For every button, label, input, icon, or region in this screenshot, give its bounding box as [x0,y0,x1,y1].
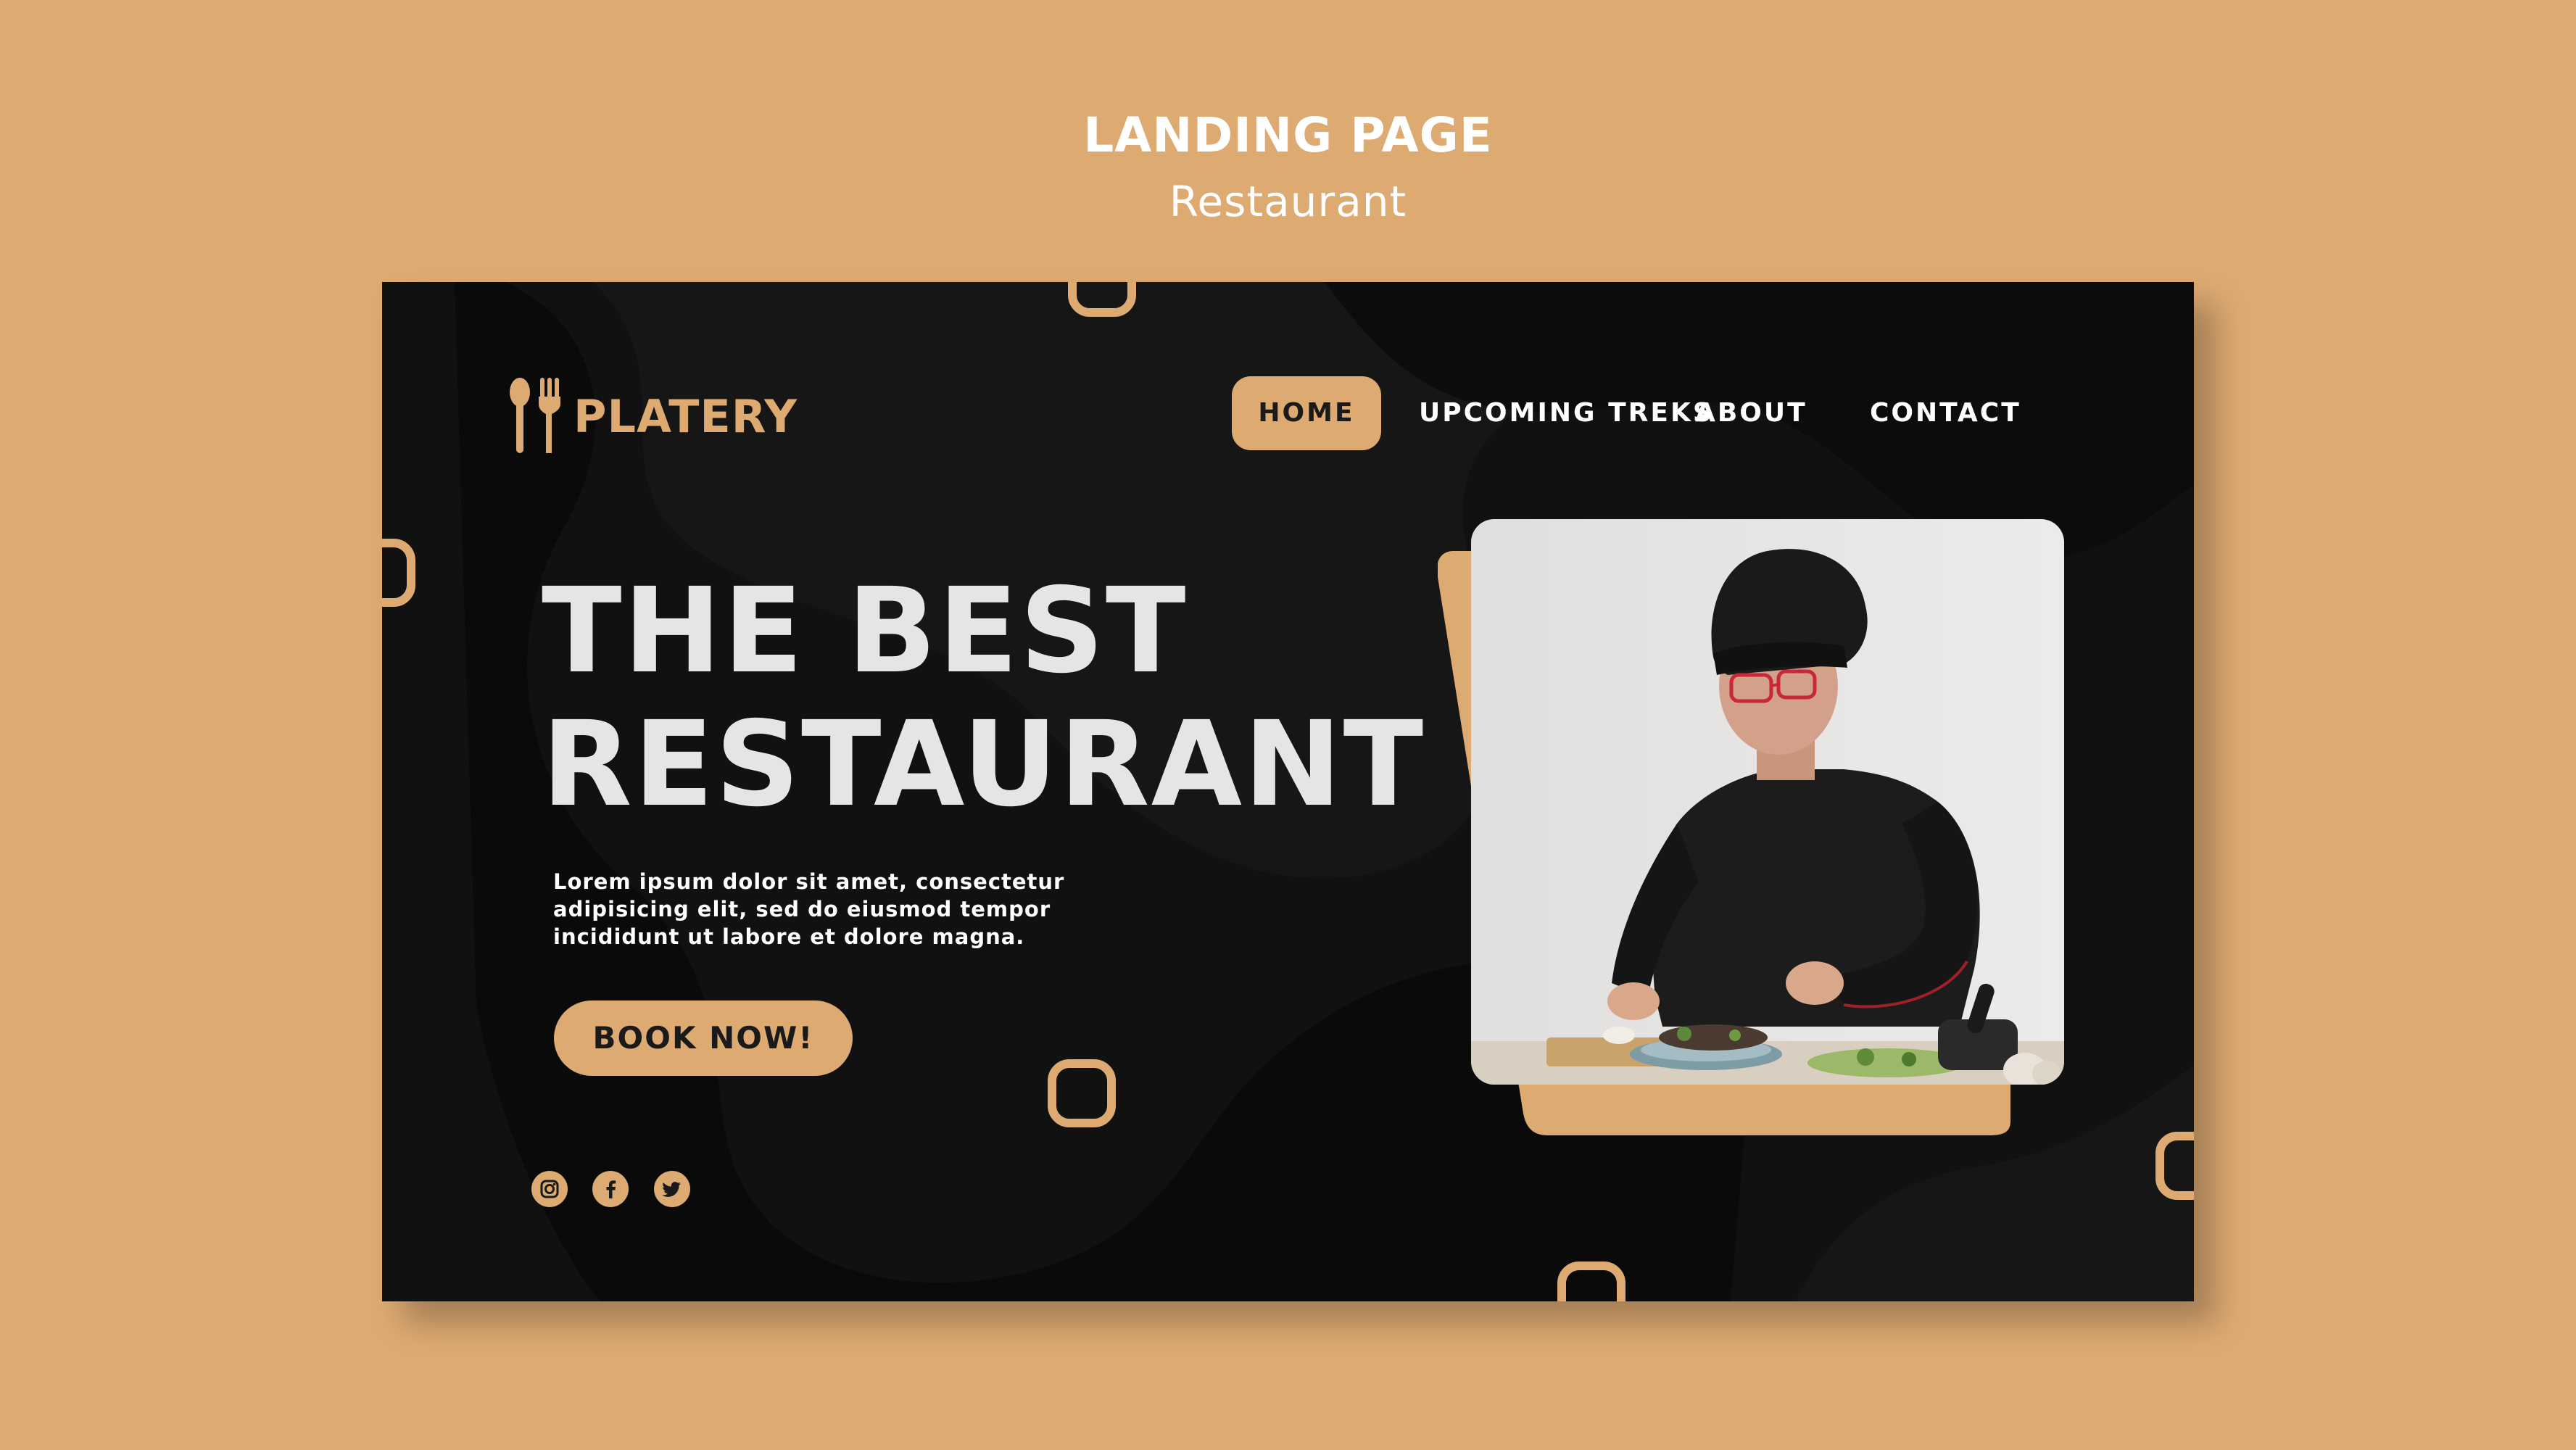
hero-description-line-2: adipisicing elit, sed do eiusmod tempor [553,897,1051,921]
nav-item-about[interactable]: ABOUT [1695,376,1807,450]
deco-ring-left [382,539,415,607]
hero-description: Lorem ipsum dolor sit amet, consectetur … [553,868,1104,950]
nav-item-home[interactable]: HOME [1232,376,1381,450]
instagram-icon[interactable] [531,1171,568,1207]
brand-logo[interactable]: PLATERY [505,376,798,456]
twitter-icon[interactable] [654,1171,690,1207]
page-header-title: LANDING PAGE [1083,107,1493,163]
spoon-fork-icon [510,378,560,453]
hero-title-line-1: THE BEST [542,563,1188,700]
hero-description-line-1: Lorem ipsum dolor sit amet, consectetur [553,869,1065,894]
hero-photo-card [1438,519,2155,1135]
page-header-subtitle: Restaurant [1169,177,1407,226]
nav-item-upcoming-treks[interactable]: UPCOMING TREKS [1419,376,1714,450]
deco-ring-middle [1048,1059,1116,1127]
book-now-button[interactable]: BOOK NOW! [554,1000,853,1076]
hero-title-line-2: RESTAURANT [542,697,1425,833]
hero-description-line-3: incididunt ut labore et dolore magna. [553,924,1025,949]
nav-item-contact[interactable]: CONTACT [1870,376,2021,450]
chef-plating-food-image [1438,519,2064,1135]
brand-name: PLATERY [573,389,798,443]
hero-title: THE BEST RESTAURANT [542,565,1425,832]
landing-page-mockup: PLATERY HOME UPCOMING TREKS ABOUT CONTAC… [382,282,2194,1301]
facebook-icon[interactable] [592,1171,629,1207]
